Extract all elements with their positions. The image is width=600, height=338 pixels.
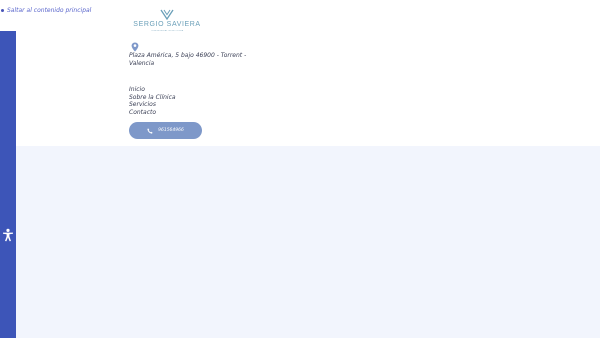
map-pin-icon: [131, 37, 139, 52]
brand-name: SERGIO SAVIERA: [133, 21, 201, 28]
accessibility-icon[interactable]: [2, 227, 14, 242]
accessibility-bar: [0, 31, 16, 338]
main-content-area: [0, 146, 600, 338]
phone-number: 961564966: [158, 128, 184, 133]
skip-to-content-link[interactable]: Saltar al contenido principal: [1, 7, 91, 14]
nav-item-inicio[interactable]: Inicio: [129, 86, 249, 94]
logo-mark-icon: [160, 9, 174, 20]
phone-call-button[interactable]: 961564966: [129, 122, 202, 139]
bullet-icon: [1, 9, 4, 12]
skip-link-label: Saltar al contenido principal: [7, 7, 92, 14]
nav-item-contacto[interactable]: Contacto: [129, 109, 249, 117]
clinic-address: Plaza América, 5 bajo 46900 - Torrent - …: [129, 52, 247, 67]
page: Saltar al contenido principal SERGIO SAV…: [0, 0, 600, 338]
header-area: [0, 0, 600, 146]
footer-nav: Inicio Sobre la Clínica Servicios Contac…: [129, 86, 249, 116]
phone-icon: [147, 127, 153, 134]
nav-item-sobre-la-clinica[interactable]: Sobre la Clínica: [129, 94, 249, 102]
nav-item-servicios[interactable]: Servicios: [129, 101, 249, 109]
brand-logo[interactable]: SERGIO SAVIERA CLÍNICA DENTAL ODONTOLOGÍ…: [131, 9, 203, 33]
brand-tagline: CLÍNICA DENTAL ODONTOLOGÍA: [150, 30, 184, 32]
